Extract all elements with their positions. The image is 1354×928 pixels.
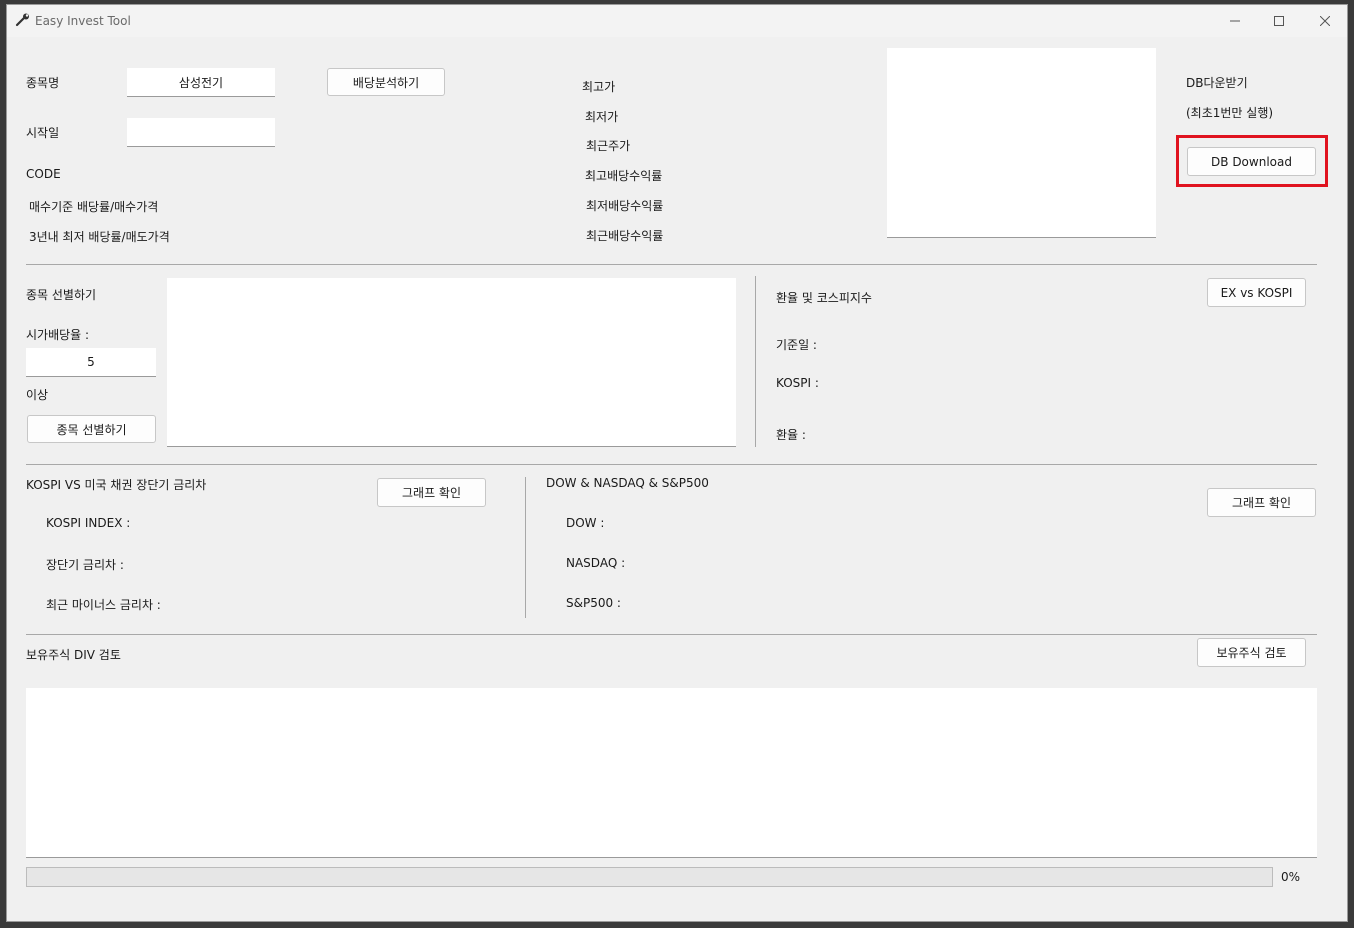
- minimize-button[interactable]: [1213, 5, 1257, 37]
- base-date-label: 기준일 :: [776, 338, 817, 352]
- divider: [525, 477, 526, 618]
- review-holdings-button[interactable]: 보유주식 검토: [1197, 638, 1306, 667]
- close-icon: [1320, 16, 1330, 26]
- minimize-icon: [1230, 20, 1240, 22]
- high-price-label: 최고가: [582, 80, 616, 94]
- code-label: CODE: [26, 167, 61, 181]
- progress-percent: 0%: [1281, 870, 1301, 884]
- recent-price-label: 최근주가: [586, 139, 631, 153]
- us-index-graph-button[interactable]: 그래프 확인: [1207, 488, 1316, 517]
- close-button[interactable]: [1303, 5, 1347, 37]
- divider: [26, 264, 1317, 265]
- progress-bar: [26, 867, 1273, 887]
- maximize-icon: [1274, 16, 1284, 26]
- ex-vs-kospi-button[interactable]: EX vs KOSPI: [1207, 278, 1306, 307]
- dow-label: DOW :: [566, 516, 605, 530]
- buy-basis-label: 매수기준 배당률/매수가격: [29, 200, 159, 214]
- yield-threshold-label: 시가배당율 :: [26, 328, 90, 342]
- title-bar: Easy Invest Tool: [7, 5, 1347, 37]
- app-window: Easy Invest Tool 종목명 삼성전기 배당분석하기 시작일 COD…: [6, 4, 1348, 922]
- bond-spread-title: KOSPI VS 미국 채권 장단기 금리차: [26, 478, 207, 492]
- holdings-results-area[interactable]: [26, 688, 1317, 858]
- screener-results-list[interactable]: [167, 278, 736, 447]
- kospi-label: KOSPI :: [776, 376, 819, 390]
- high-yield-label: 최고배당수익률: [585, 169, 663, 183]
- stock-name-input[interactable]: 삼성전기: [127, 68, 275, 97]
- low-yield-label: 최저배당수익률: [586, 199, 664, 213]
- above-label: 이상: [26, 388, 49, 402]
- nasdaq-label: NASDAQ :: [566, 556, 626, 570]
- screener-title: 종목 선별하기: [26, 288, 97, 302]
- bond-graph-button[interactable]: 그래프 확인: [377, 478, 486, 507]
- window-title: Easy Invest Tool: [35, 14, 131, 28]
- negative-spread-label: 최근 마이너스 금리차 :: [46, 598, 161, 612]
- spread-label: 장단기 금리차 :: [46, 558, 124, 572]
- fx-title: 환율 및 코스피지수: [776, 291, 872, 305]
- min-3y-yield-label: 3년내 최저 배당률/매도가격: [29, 230, 170, 244]
- db-download-label: DB다운받기: [1186, 76, 1248, 90]
- start-date-label: 시작일: [26, 126, 60, 140]
- exchange-rate-label: 환율 :: [776, 428, 806, 442]
- divider: [26, 464, 1317, 465]
- us-index-title: DOW & NASDAQ & S&P500: [546, 476, 709, 490]
- sp500-label: S&P500 :: [566, 596, 621, 610]
- start-date-input[interactable]: [127, 118, 275, 147]
- kospi-index-label: KOSPI INDEX :: [46, 516, 131, 530]
- low-price-label: 최저가: [585, 110, 619, 124]
- holdings-title: 보유주식 DIV 검토: [26, 648, 121, 662]
- yield-threshold-input[interactable]: 5: [26, 348, 156, 377]
- divider: [26, 634, 1317, 635]
- db-download-button[interactable]: DB Download: [1187, 147, 1316, 176]
- maximize-button[interactable]: [1257, 5, 1301, 37]
- divider: [755, 276, 756, 447]
- stock-name-label: 종목명: [26, 76, 60, 90]
- dividend-analyze-button[interactable]: 배당분석하기: [327, 68, 445, 96]
- db-download-note: (최초1번만 실행): [1186, 106, 1274, 120]
- chart-canvas: [887, 48, 1156, 238]
- recent-yield-label: 최근배당수익률: [586, 229, 664, 243]
- screen-stocks-button[interactable]: 종목 선별하기: [27, 415, 156, 443]
- wrench-icon: [15, 13, 29, 27]
